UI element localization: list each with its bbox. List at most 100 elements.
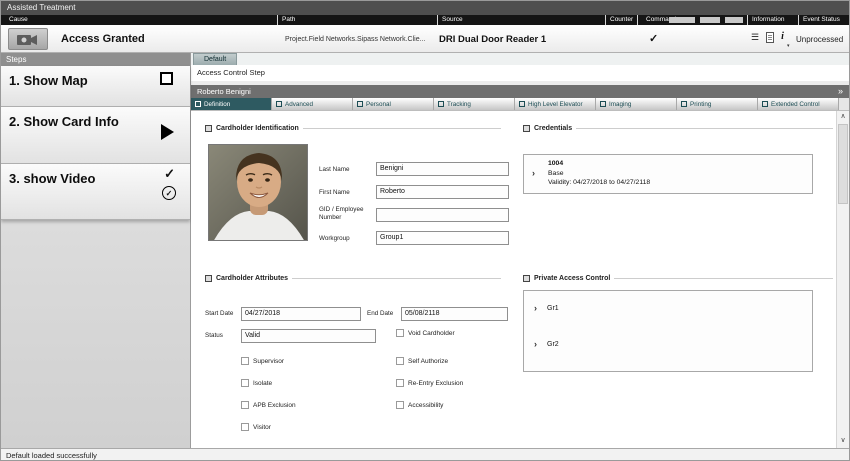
tab-personal[interactable]: Personal (353, 98, 434, 110)
start-date-label: Start Date (205, 310, 233, 318)
section-divider (303, 128, 501, 129)
credential-profile: Base (548, 169, 650, 179)
supervisor-checkbox[interactable] (241, 357, 249, 365)
access-group-item[interactable]: › Gr1 (534, 303, 559, 313)
camera-button[interactable] (8, 28, 48, 50)
imaging-tab-icon (600, 101, 606, 107)
checkbox-label: Re-Entry Exclusion (408, 380, 463, 387)
column-header-spacer (725, 17, 743, 23)
workgroup-label: Workgroup (319, 235, 350, 243)
checkbox-label: Isolate (253, 380, 272, 387)
section-title: Private Access Control (534, 275, 610, 282)
scrollbar-thumb[interactable] (838, 124, 848, 204)
circle-check-icon[interactable]: ✓ (162, 186, 176, 200)
credential-icon (523, 125, 530, 132)
collapse-chevrons-icon[interactable]: » (838, 85, 843, 98)
checkbox-label: Supervisor (253, 358, 284, 365)
assisted-treatment-window: Assisted Treatment Cause Path Source Cou… (0, 0, 850, 461)
visitor-checkbox[interactable] (241, 423, 249, 431)
credential-expander-icon[interactable]: › (532, 168, 535, 178)
play-triangle-icon[interactable] (161, 124, 174, 140)
last-name-label: Last Name (319, 166, 349, 174)
first-name-field[interactable]: Roberto (376, 185, 509, 199)
step-show-map[interactable]: 1. Show Map (1, 66, 190, 107)
definition-tab-content: Cardholder Identification (191, 111, 849, 448)
dropdown-arrow-icon[interactable]: ▾ (787, 43, 790, 49)
tab-extended-control[interactable]: Extended Control (758, 98, 839, 110)
column-header-source[interactable]: Source (437, 15, 463, 25)
key-icon (523, 275, 530, 282)
tab-advanced[interactable]: Advanced (272, 98, 353, 110)
credential-item[interactable]: 1004 Base Validity: 04/27/2018 to 04/27/… (548, 159, 650, 188)
tab-label: Definition (204, 101, 230, 108)
tab-label: Advanced (285, 101, 313, 108)
end-date-label: End Date (367, 310, 393, 318)
person-card-icon (205, 125, 212, 132)
checkbox-label: Visitor (253, 424, 271, 431)
re-entry-exclusion-checkbox[interactable] (396, 379, 404, 387)
column-header-path[interactable]: Path (277, 15, 295, 25)
tab-label: Personal (366, 101, 391, 108)
vertical-scrollbar[interactable]: ∧ ∨ (836, 111, 849, 448)
section-cardholder-identification: Cardholder Identification (205, 125, 501, 132)
column-header-event-status[interactable]: Event Status (798, 15, 840, 25)
group-expander-icon[interactable]: › (534, 339, 537, 349)
step-show-video[interactable]: 3. show Video ✓ ✓ (1, 164, 190, 220)
tab-label: Printing (690, 101, 711, 108)
step-label: 3. show Video (9, 171, 95, 186)
steps-panel-header: Steps (1, 53, 190, 66)
event-row[interactable]: Access Granted Project.Field Networks.Si… (1, 25, 849, 53)
document-icon[interactable] (766, 32, 774, 43)
step-show-card-info[interactable]: 2. Show Card Info (1, 107, 190, 164)
workgroup-field[interactable]: Group1 (376, 231, 509, 245)
step-label: 2. Show Card Info (9, 114, 119, 129)
isolate-checkbox[interactable] (241, 379, 249, 387)
checkbox-label: APB Exclusion (253, 402, 296, 409)
gid-employee-number-field[interactable] (376, 208, 509, 222)
checkbox-label: Void Cardholder (408, 330, 455, 337)
person-name: Roberto Benigni (197, 85, 251, 98)
list-icon[interactable]: ☰ (751, 31, 759, 43)
void-cardholder-checkbox[interactable] (396, 329, 404, 337)
definition-tab-icon (195, 101, 201, 107)
column-header-counter[interactable]: Counter (605, 15, 638, 25)
tab-default[interactable]: Default (193, 53, 237, 65)
extended-control-tab-icon (762, 101, 768, 107)
scroll-down-icon[interactable]: ∨ (837, 435, 849, 447)
column-header-cause[interactable]: Cause (9, 15, 28, 25)
event-cause-value: Access Granted (61, 33, 145, 45)
access-group-item[interactable]: › Gr2 (534, 339, 559, 349)
tab-definition[interactable]: Definition (191, 98, 272, 110)
scroll-up-icon[interactable]: ∧ (837, 111, 849, 123)
section-divider (292, 278, 501, 279)
end-date-field[interactable]: 05/08/2118 (401, 307, 508, 321)
column-header-information[interactable]: Information (747, 15, 785, 25)
checkbox-label: Accessibility (408, 402, 443, 409)
event-source-value: DRI Dual Door Reader 1 (439, 34, 546, 45)
group-expander-icon[interactable]: › (534, 303, 537, 313)
first-name-label: First Name (319, 189, 350, 197)
last-name-field[interactable]: Benigni (376, 162, 509, 176)
section-title: Cardholder Attributes (216, 275, 288, 282)
access-control-step-title: Access Control Step (191, 65, 849, 85)
event-column-header: Cause Path Source Counter Commands Infor… (1, 15, 849, 25)
status-field[interactable]: Valid (241, 329, 376, 343)
tab-imaging[interactable]: Imaging (596, 98, 677, 110)
credential-validity: Validity: 04/27/2018 to 04/27/2118 (548, 178, 650, 188)
tab-tracking[interactable]: Tracking (434, 98, 515, 110)
main-panel: Default Access Control Step Roberto Beni… (191, 53, 849, 448)
accessibility-checkbox[interactable] (396, 401, 404, 409)
tab-label: Tracking (447, 101, 471, 108)
high-level-elevator-tab-icon (519, 101, 525, 107)
apb-exclusion-checkbox[interactable] (241, 401, 249, 409)
group-label: Gr1 (547, 305, 559, 312)
self-authorize-checkbox[interactable] (396, 357, 404, 365)
group-label: Gr2 (547, 341, 559, 348)
tab-printing[interactable]: Printing (677, 98, 758, 110)
info-icon[interactable]: i (781, 31, 784, 43)
checkbox-square-icon[interactable] (160, 72, 173, 85)
tab-high-level-elevator[interactable]: High Level Elevator (515, 98, 596, 110)
event-status-value: Unprocessed (796, 35, 843, 44)
start-date-field[interactable]: 04/27/2018 (241, 307, 361, 321)
printing-tab-icon (681, 101, 687, 107)
